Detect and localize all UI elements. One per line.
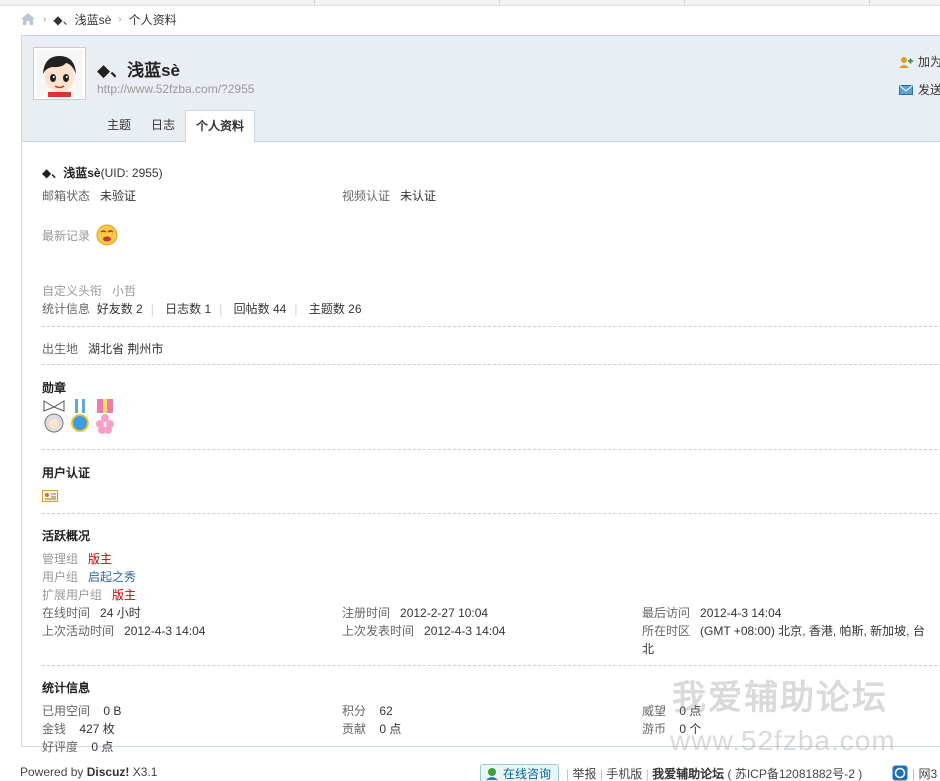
money: 金钱 427 枚 xyxy=(42,722,115,736)
medals-title: 勋章 xyxy=(42,381,67,395)
stat-blogs[interactable]: 日志数 1 xyxy=(165,302,211,316)
admin-group-link[interactable]: 版主 xyxy=(88,552,112,566)
chat-person-icon xyxy=(485,767,499,780)
watermark-title: 我爱辅助论坛 xyxy=(672,679,888,717)
verify-title: 用户认证 xyxy=(42,466,91,480)
breadcrumb-separator: › xyxy=(43,13,47,25)
divider xyxy=(42,665,940,666)
user-group-link[interactable]: 启起之秀 xyxy=(88,570,136,584)
footer-more: | 网3 xyxy=(912,767,938,781)
medal-girl-icon[interactable] xyxy=(42,397,66,435)
icp-link[interactable]: ( 苏ICP备12081882号-2 ) xyxy=(727,767,862,781)
tab-threads[interactable]: 主题 xyxy=(97,110,141,142)
breadcrumb-separator: › xyxy=(118,13,122,25)
statistics-title: 统计信息 xyxy=(42,681,91,695)
divider xyxy=(42,449,940,450)
site-name-link[interactable]: 我爱辅助论坛 xyxy=(652,767,724,781)
breadcrumb-current: 个人资料 xyxy=(128,12,177,27)
emoticon-icon xyxy=(96,224,118,246)
discuz-link[interactable]: Discuz! xyxy=(87,765,130,779)
watermark-url: www.52fzba.com xyxy=(670,725,896,756)
medal-pink-icon[interactable] xyxy=(94,397,116,435)
top-nav-strip xyxy=(0,0,940,6)
send-message-button[interactable]: 发送 xyxy=(899,81,940,98)
add-friend-button[interactable]: 加为 xyxy=(899,53,940,70)
ext-group: 扩展用户组 版主 xyxy=(42,588,137,602)
envelope-icon xyxy=(899,84,913,96)
tab-blog[interactable]: 日志 xyxy=(141,110,185,142)
add-friend-icon xyxy=(899,56,913,68)
stat-threads[interactable]: 主题数 26 xyxy=(309,302,362,316)
register-time: 注册时间 2012-2-27 10:04 xyxy=(342,606,489,620)
stat-friends[interactable]: 好友数 2 xyxy=(97,302,143,316)
footer-links: | 举报 | 手机版 | 我爱辅助论坛 ( 苏ICP备12081882号-2 ) xyxy=(566,767,863,781)
used-space: 已用空间 0 B xyxy=(42,704,122,718)
contribution: 贡献 0 点 xyxy=(342,722,402,736)
footer-powered: Powered by Discuz! X3.1 xyxy=(20,765,158,779)
divider xyxy=(42,364,940,365)
last-post: 上次发表时间 2012-4-3 14:04 xyxy=(342,624,506,638)
timezone: 所在时区 (GMT +08:00) 北京, 香港, 帕斯, 新加坡, 台 xyxy=(642,624,925,638)
points: 积分 62 xyxy=(342,704,393,718)
breadcrumb-user-link[interactable]: ◆、浅蓝sè xyxy=(53,11,111,28)
email-status: 邮箱状态 未验证 xyxy=(42,189,137,203)
id-card-icon[interactable] xyxy=(42,490,58,502)
video-status: 视频认证 未认证 xyxy=(342,189,437,203)
timezone-wrap: 北 xyxy=(642,642,655,656)
ext-group-link[interactable]: 版主 xyxy=(112,588,136,602)
activity-title: 活跃概况 xyxy=(42,529,91,543)
divider xyxy=(42,513,940,514)
rating: 好评度 0 点 xyxy=(42,740,114,754)
profile-header: ◆、浅蓝sè http://www.52fzba.com/?2955 加为 发送… xyxy=(22,36,940,143)
profile-url[interactable]: http://www.52fzba.com/?2955 xyxy=(97,82,254,96)
custom-title: 自定义头衔 小哲 xyxy=(42,284,137,298)
divider xyxy=(42,326,940,327)
tab-profile[interactable]: 个人资料 xyxy=(185,110,256,143)
medal-blue-icon[interactable] xyxy=(70,397,90,435)
stats-line: 统计信息 好友数 2 | 日志数 1 | 回帖数 44 | 主题数 26 xyxy=(42,302,362,316)
online-consult-button[interactable]: 在线咨询 xyxy=(480,764,559,781)
profile-tabs: 主题 日志 个人资料 xyxy=(97,110,256,143)
medal-list xyxy=(42,397,116,435)
last-visit: 最后访问 2012-4-3 14:04 xyxy=(642,606,782,620)
recent-record: 最新记录 xyxy=(42,224,118,246)
profile-panel: ◆、浅蓝sè http://www.52fzba.com/?2955 加为 发送… xyxy=(21,35,940,754)
basic-title: ◆、浅蓝sè(UID: 2955) xyxy=(42,166,163,180)
avatar[interactable] xyxy=(33,47,86,100)
stat-replies[interactable]: 回帖数 44 xyxy=(234,302,287,316)
home-icon[interactable] xyxy=(20,12,36,26)
report-link[interactable]: 举报 xyxy=(572,767,596,781)
security-badge-icon[interactable] xyxy=(892,765,908,781)
breadcrumb: › ◆、浅蓝sè › 个人资料 xyxy=(20,10,177,28)
birthplace: 出生地 湖北省 荆州市 xyxy=(42,342,164,356)
mobile-link[interactable]: 手机版 xyxy=(606,767,642,781)
profile-username: ◆、浅蓝sè xyxy=(97,61,180,80)
user-group: 用户组 启起之秀 xyxy=(42,570,137,584)
online-time: 在线时间 24 小时 xyxy=(42,606,141,620)
admin-group: 管理组 版主 xyxy=(42,552,113,566)
last-active: 上次活动时间 2012-4-3 14:04 xyxy=(42,624,206,638)
